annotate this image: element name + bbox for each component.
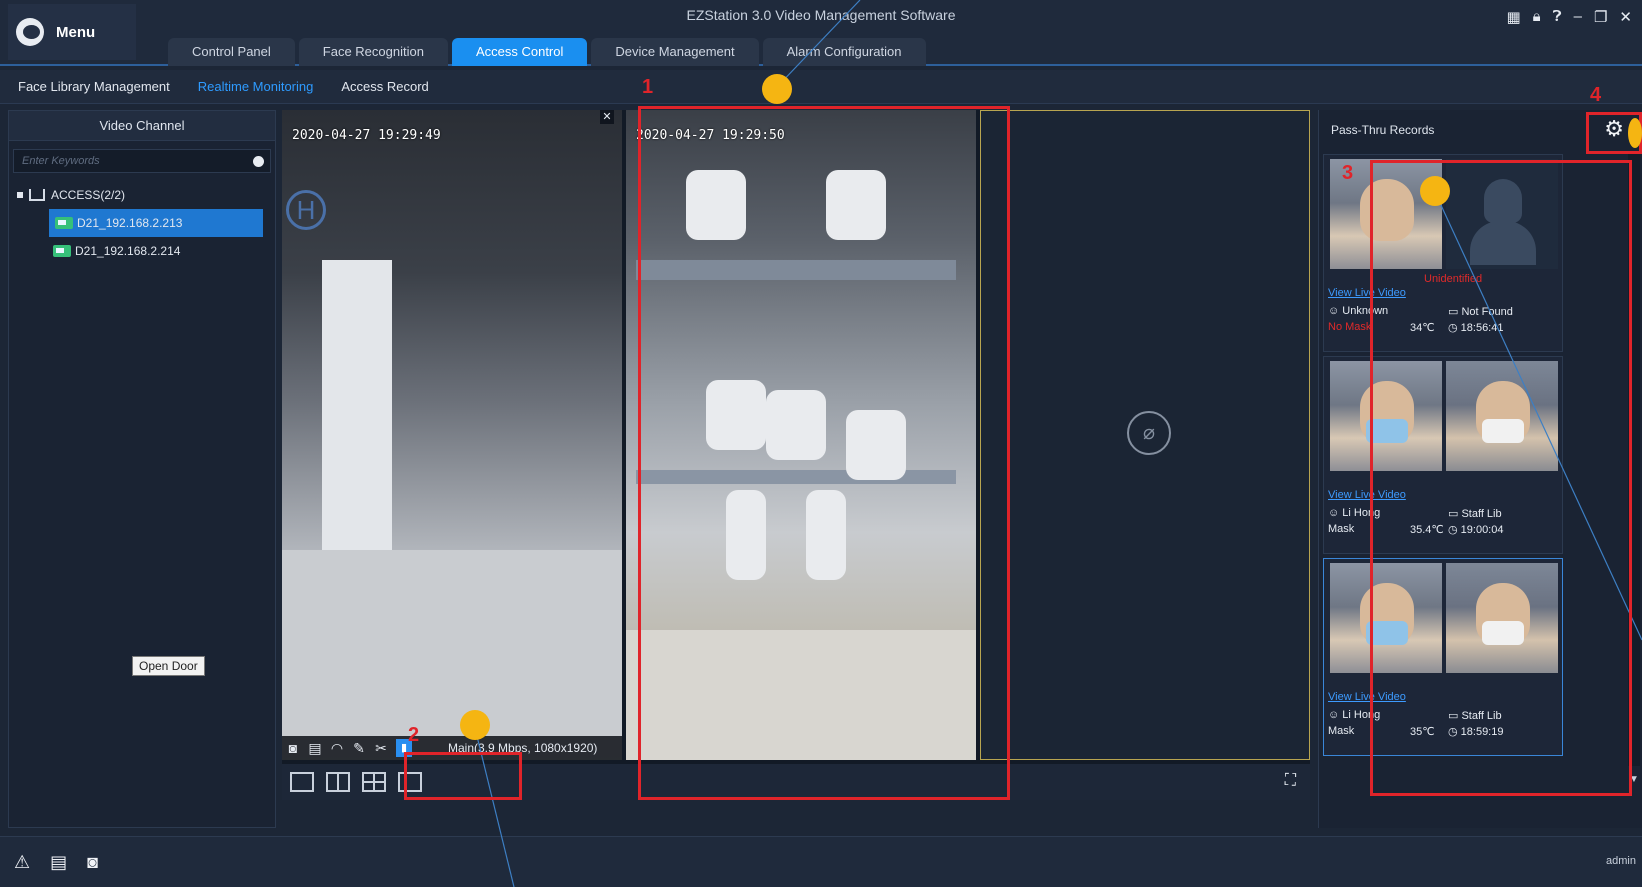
collapse-icon[interactable] — [17, 192, 23, 198]
app-window: Menu EZStation 3.0 Video Management Soft… — [0, 0, 1642, 887]
talk-icon[interactable]: ✎ — [352, 740, 366, 757]
annotation-marker — [762, 74, 792, 104]
open-door-tooltip: Open Door — [132, 656, 205, 676]
tree-device-214[interactable]: D21_192.168.2.214 — [9, 237, 275, 265]
hospital-sign-icon: H — [286, 190, 326, 230]
subnav-face-library[interactable]: Face Library Management — [18, 79, 170, 94]
office-pillar — [322, 260, 392, 550]
tab-control-panel[interactable]: Control Panel — [168, 38, 295, 66]
layout-1-icon[interactable] — [290, 772, 314, 792]
no-video-camera-icon: ⌀ — [1127, 411, 1171, 455]
title-bar: Menu EZStation 3.0 Video Management Soft… — [0, 0, 1642, 66]
current-user: admin — [1606, 855, 1636, 867]
subnav-access-record[interactable]: Access Record — [341, 79, 428, 94]
tab-access-control[interactable]: Access Control — [451, 38, 588, 66]
sub-navigation: Face Library Management Realtime Monitor… — [0, 70, 1642, 104]
layout-2-icon[interactable] — [326, 772, 350, 792]
grid-icon[interactable]: ▦ — [1506, 8, 1520, 26]
alarm-warning-icon[interactable]: ⚠ — [14, 852, 30, 873]
close-cell-icon[interactable]: ✕ — [600, 110, 614, 124]
app-title: EZStation 3.0 Video Management Software — [686, 7, 956, 23]
mask-status: No Mask — [1328, 321, 1372, 333]
tree-root-access[interactable]: ACCESS(2/2) — [9, 181, 275, 209]
snapshot-icon[interactable]: ◙ — [286, 740, 300, 756]
fullscreen-icon[interactable]: ⛶ — [1285, 772, 1296, 790]
help-icon[interactable]: ❓︎ — [1553, 8, 1562, 26]
search-icon[interactable] — [253, 156, 264, 167]
audio-icon[interactable]: ◠ — [330, 740, 344, 757]
video-cell-3[interactable]: ⌀ — [980, 110, 1310, 760]
annotation-box-2 — [404, 752, 522, 800]
tree-device-213[interactable]: D21_192.168.2.213 — [49, 209, 263, 237]
menu-label: Menu — [56, 23, 96, 41]
tab-device-management[interactable]: Device Management — [591, 38, 759, 66]
device-status-icon[interactable]: ◙ — [87, 852, 98, 873]
annotation-label-4: 4 — [1590, 84, 1602, 106]
video-channel-panel: Video Channel ACCESS(2/2) D21_192.168.2.… — [8, 110, 276, 828]
device-label: D21_192.168.2.214 — [75, 244, 181, 258]
tab-alarm-configuration[interactable]: Alarm Configuration — [762, 38, 926, 66]
annotation-marker — [460, 710, 490, 740]
channel-search — [13, 149, 271, 173]
annotation-label-3: 3 — [1342, 162, 1354, 184]
annotation-marker — [1420, 176, 1450, 206]
tab-face-recognition[interactable]: Face Recognition — [298, 38, 448, 66]
main-tabs: Control Panel Face Recognition Access Co… — [168, 38, 926, 66]
close-icon[interactable]: ✕ — [1619, 8, 1632, 26]
log-icon[interactable]: ▤ — [50, 852, 67, 873]
annotation-box-3 — [1370, 160, 1632, 796]
network-group-icon — [29, 189, 45, 201]
annotation-label-1: 1 — [642, 76, 654, 98]
channel-search-input[interactable] — [14, 150, 270, 172]
layout-4-icon[interactable] — [362, 772, 386, 792]
zoom-icon[interactable]: ✂ — [374, 740, 388, 757]
record-icon[interactable]: ▤ — [308, 740, 322, 757]
minimize-icon[interactable]: – — [1574, 8, 1582, 26]
restore-icon[interactable]: ❐ — [1594, 8, 1607, 26]
annotation-marker — [1628, 118, 1642, 148]
annotation-label-2: 2 — [408, 724, 420, 746]
video-timestamp: 2020-04-27 19:29:49 — [292, 128, 441, 143]
mask-status: Mask — [1328, 523, 1355, 535]
video-channel-header: Video Channel — [9, 111, 275, 141]
subnav-realtime-monitoring[interactable]: Realtime Monitoring — [198, 79, 314, 94]
annotation-box-1 — [638, 106, 1010, 800]
office-floor — [282, 550, 622, 736]
camera-online-icon — [53, 245, 71, 257]
video-cell-1[interactable]: 2020-04-27 19:29:49 H ✕ ◙ ▤ ◠ ✎ ✂ ▮ Main… — [282, 110, 622, 760]
window-controls: ▦ 🔒︎ ❓︎ – ❐ ✕ — [1506, 8, 1632, 26]
mask-status: Mask — [1328, 725, 1355, 737]
tree-root-label: ACCESS(2/2) — [51, 188, 126, 202]
status-bar: ⚠ ▤ ◙ admin — [0, 836, 1642, 887]
lock-icon[interactable]: 🔒︎ — [1533, 8, 1541, 26]
device-label: D21_192.168.2.213 — [77, 216, 183, 230]
camera-online-icon — [55, 217, 73, 229]
